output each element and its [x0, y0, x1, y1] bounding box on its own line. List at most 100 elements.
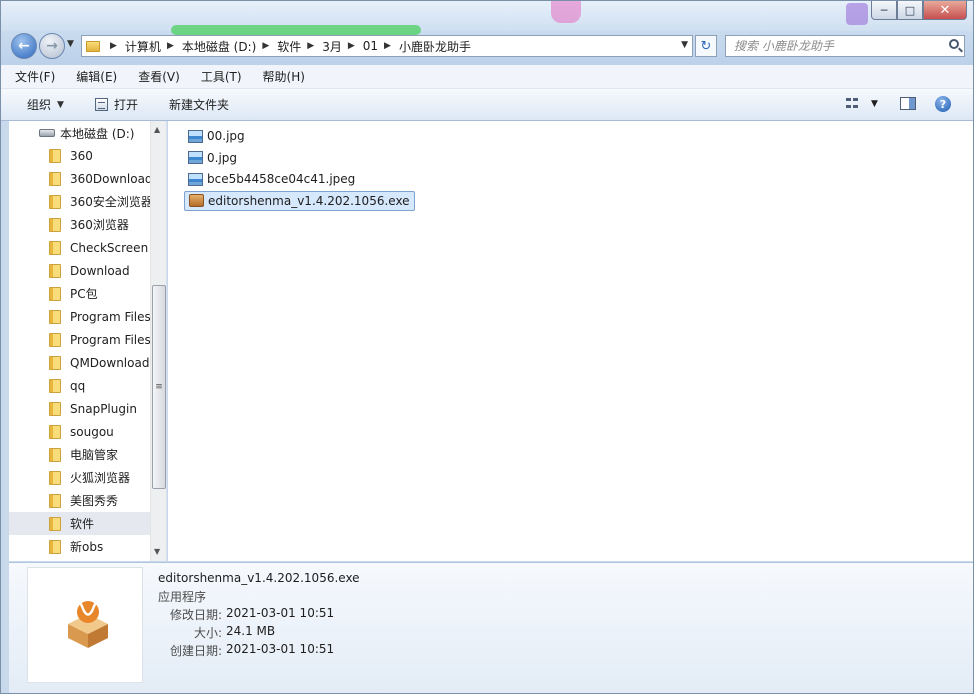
breadcrumb-current[interactable]: 小鹿卧龙助手 [399, 38, 471, 55]
file-name: bce5b4458ce04c41.jpeg [207, 172, 356, 186]
tree-item-folder[interactable]: 电脑管家 [9, 443, 151, 466]
scroll-up-arrow-icon[interactable]: ▲ [154, 125, 160, 134]
created-value: 2021-03-01 10:51 [226, 642, 335, 656]
file-name: editorshenma_v1.4.202.1056.exe [208, 193, 410, 208]
menu-edit[interactable]: 编辑(E) [72, 66, 121, 87]
drive-icon [39, 129, 55, 137]
close-button[interactable]: ✕ [923, 1, 967, 20]
folder-icon [49, 401, 61, 416]
breadcrumb-march[interactable]: 3月 [322, 38, 342, 55]
tree-item-folder[interactable]: SnapPlugin [9, 397, 151, 420]
deer-app-icon [68, 601, 108, 648]
created-label: 创建日期: [169, 644, 222, 658]
details-modified-row: 修改日期: 2021-03-01 10:51 [112, 606, 334, 623]
chevron-down-icon: ▼ [57, 99, 64, 110]
address-history-dropdown[interactable]: ▼ [681, 40, 688, 50]
search-box[interactable] [725, 35, 965, 57]
folder-icon [49, 355, 61, 370]
breadcrumb-computer[interactable]: 计算机 [125, 38, 161, 55]
breadcrumb-drive[interactable]: 本地磁盘 (D:) [182, 38, 256, 55]
tree-item-label: QMDownload [70, 355, 150, 370]
tree-item-folder[interactable]: qq [9, 374, 151, 397]
folder-icon [49, 447, 61, 462]
help-icon[interactable]: ? [935, 96, 951, 112]
exe-icon [189, 194, 204, 207]
tree-item-label: 电脑管家 [70, 448, 119, 462]
forward-button[interactable]: → [39, 33, 65, 59]
file-item[interactable]: bce5b4458ce04c41.jpeg [184, 169, 359, 189]
open-button[interactable]: 打开 [95, 96, 138, 113]
menu-view[interactable]: 查看(V) [134, 66, 184, 87]
tree-item-folder[interactable]: 软件 [9, 512, 151, 535]
scroll-thumb[interactable]: ≡ [152, 285, 166, 489]
command-bar: 组织 ▼ 打开 新建文件夹 ▼ ? [1, 89, 973, 121]
menu-bar: 文件(F) 编辑(E) 查看(V) 工具(T) 帮助(H) [1, 65, 973, 89]
tree-item-folder[interactable]: 360浏览器 [9, 213, 151, 236]
tree-item-folder[interactable]: 火狐浏览器 [9, 466, 151, 489]
file-item[interactable]: editorshenma_v1.4.202.1056.exe [184, 190, 415, 211]
folder-icon [49, 286, 61, 301]
tree-item-folder[interactable]: QMDownload [9, 351, 151, 374]
recent-pages-dropdown[interactable]: ▼ [67, 39, 74, 49]
breadcrumb-software[interactable]: 软件 [277, 38, 301, 55]
tree-item-folder[interactable]: Program Files [9, 328, 151, 351]
image-icon [188, 129, 203, 143]
search-input[interactable] [734, 39, 944, 53]
breadcrumb-01[interactable]: 01 [363, 39, 378, 53]
tree-item-drive[interactable]: 本地磁盘 (D:) [9, 123, 134, 143]
tree-item-folder[interactable]: 美图秀秀 [9, 489, 151, 512]
view-options-icon[interactable] [846, 98, 860, 110]
folder-icon [49, 378, 61, 393]
details-pane: editorshenma_v1.4.202.1056.exe 应用程序 修改日期… [9, 562, 973, 693]
file-item[interactable]: 0.jpg [184, 148, 241, 168]
tree-item-folder[interactable]: sougou [9, 420, 151, 443]
menu-help[interactable]: 帮助(H) [259, 66, 309, 87]
tree-item-label: 新obs [70, 540, 104, 554]
refresh-button[interactable]: ↻ [695, 35, 717, 57]
chevron-right-icon[interactable]: ▶ [110, 41, 117, 51]
tree-item-label: Program Files [70, 332, 151, 347]
address-bar[interactable]: ▶ 计算机 ▶ 本地磁盘 (D:) ▶ 软件 ▶ 3月 ▶ 01 ▶ 小鹿卧龙助… [81, 35, 693, 57]
organize-button[interactable]: 组织 ▼ [27, 96, 64, 113]
menu-file[interactable]: 文件(F) [11, 66, 59, 87]
chevron-right-icon[interactable]: ▶ [167, 41, 174, 51]
folder-icon [49, 470, 61, 485]
image-icon [188, 151, 203, 164]
tree-item-folder[interactable]: Program Files [9, 305, 151, 328]
menu-tools[interactable]: 工具(T) [197, 66, 246, 87]
desktop-blur [551, 1, 581, 23]
title-bar[interactable]: ─ □ ✕ [1, 1, 973, 35]
navigation-pane: 本地磁盘 (D:) 360 360Download 360安全浏览器 360浏览器 Ch… [9, 121, 167, 561]
view-dropdown[interactable]: ▼ [871, 99, 878, 109]
tree-item-folder[interactable]: CheckScreen [9, 236, 151, 259]
folder-icon [49, 332, 61, 347]
tree-item-folder[interactable]: 新obs [9, 535, 151, 558]
size-label: 大小: [193, 626, 222, 640]
chevron-right-icon[interactable]: ▶ [348, 41, 355, 51]
tree-item-label: 360Download [70, 171, 151, 186]
nav-scrollbar[interactable]: ▲ ≡ ▼ [150, 121, 166, 561]
minimize-button[interactable]: ─ [871, 1, 897, 20]
search-icon[interactable] [949, 39, 959, 49]
modified-label: 修改日期: [169, 608, 222, 622]
chevron-right-icon[interactable]: ▶ [384, 41, 391, 51]
tree-item-folder[interactable]: 360 [9, 144, 151, 167]
preview-pane-icon[interactable] [900, 97, 916, 110]
maximize-button[interactable]: □ [897, 1, 923, 20]
back-button[interactable]: ← [11, 33, 37, 59]
tree-item-label: 360浏览器 [70, 218, 129, 232]
tree-item-label: Program Files [70, 309, 151, 324]
tree-item-folder[interactable]: 360安全浏览器 [9, 190, 151, 213]
tree-item-folder[interactable]: Download [9, 259, 151, 282]
tree-item-label: 本地磁盘 (D:) [60, 126, 135, 141]
tree-item-label: 360安全浏览器 [70, 195, 151, 209]
chevron-right-icon[interactable]: ▶ [262, 41, 269, 51]
tree-item-folder[interactable]: 360Download [9, 167, 151, 190]
chevron-right-icon[interactable]: ▶ [307, 41, 314, 51]
folder-icon [86, 40, 100, 52]
file-item[interactable]: 00.jpg [184, 126, 249, 146]
new-folder-button[interactable]: 新建文件夹 [169, 96, 229, 113]
scroll-down-arrow-icon[interactable]: ▼ [154, 547, 160, 556]
tree-item-folder[interactable]: PC包 [9, 282, 151, 305]
open-label: 打开 [114, 98, 139, 112]
